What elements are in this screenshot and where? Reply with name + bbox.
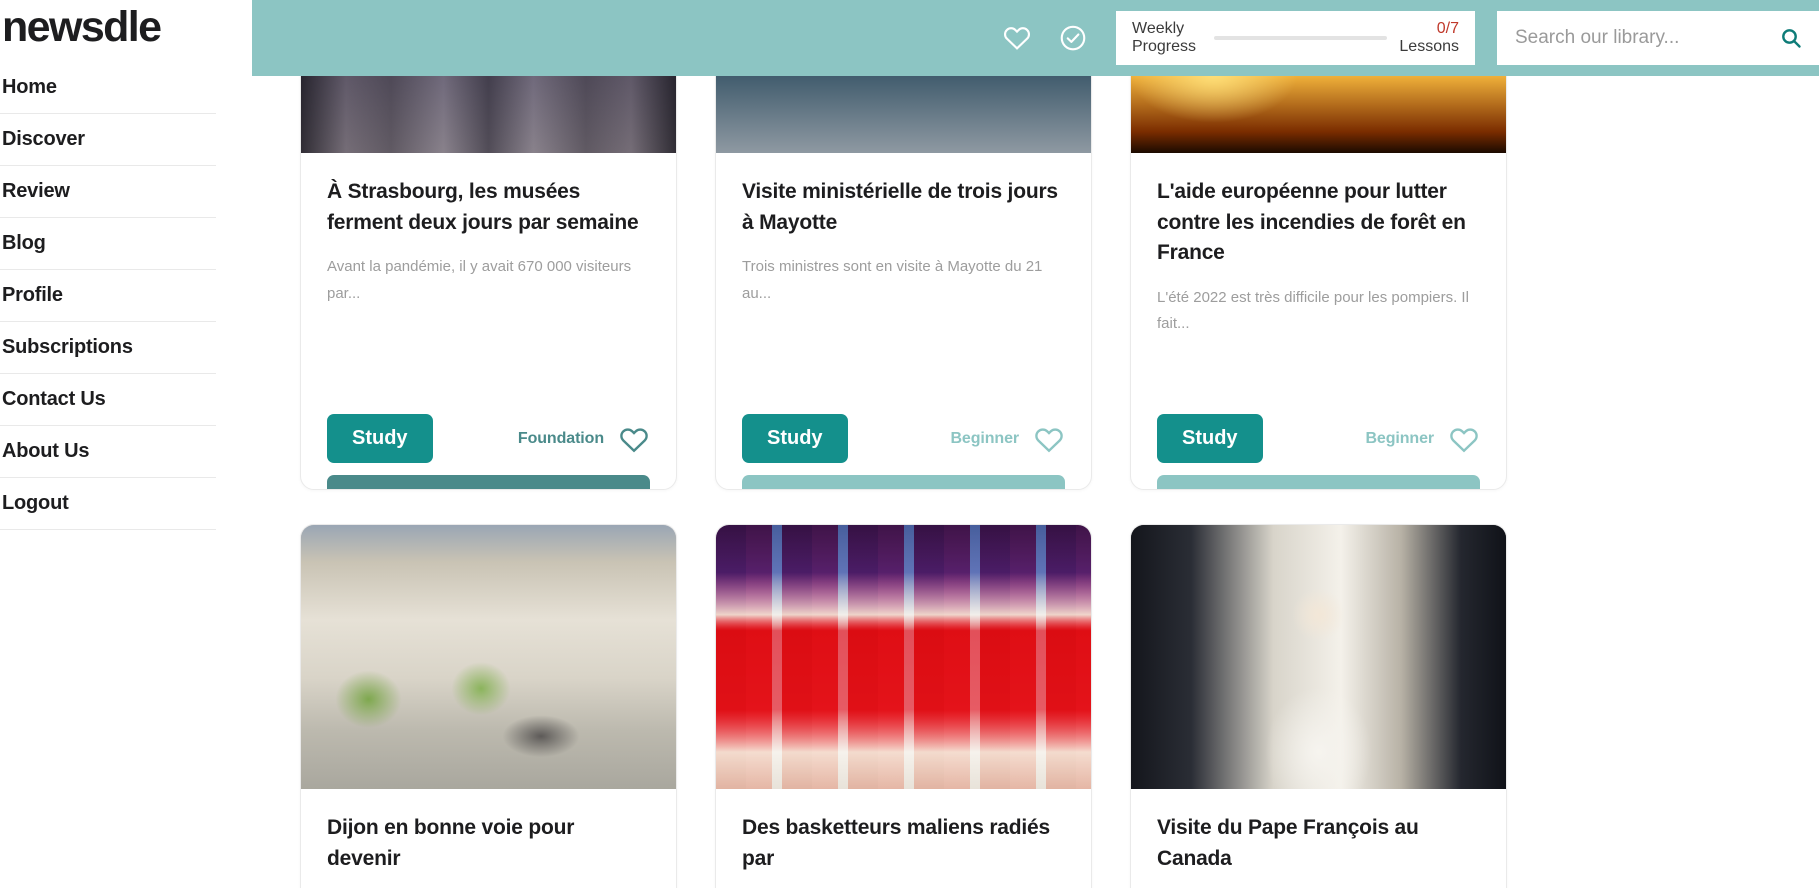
card-meta: Beginner — [950, 424, 1065, 453]
check-circle-icon[interactable] — [1058, 23, 1088, 53]
card-title: À Strasbourg, les musées ferment deux jo… — [327, 180, 639, 234]
article-card[interactable]: À Strasbourg, les musées ferment deux jo… — [300, 76, 677, 490]
header-icon-group — [1002, 23, 1088, 53]
level-label: Beginner — [950, 429, 1019, 447]
favorite-heart-icon[interactable] — [618, 424, 650, 453]
card-body: Des basketteurs maliens radiés par — [716, 789, 1091, 888]
card-body: L'aide européenne pour lutter contre les… — [1131, 153, 1506, 414]
sidebar-item-blog[interactable]: Blog — [0, 218, 216, 270]
sidebar-item-subscriptions[interactable]: Subscriptions — [0, 322, 216, 374]
sidebar-item-contact-us[interactable]: Contact Us — [0, 374, 216, 426]
study-button[interactable]: Study — [742, 414, 848, 463]
sidebar-item-profile[interactable]: Profile — [0, 270, 216, 322]
progress-count: 0/7 — [1436, 19, 1459, 37]
ministers-handshake-photo — [716, 76, 1091, 153]
top-header-bar: Weekly Progress 0/7 Lessons — [252, 0, 1819, 76]
progress-unit: Lessons — [1399, 38, 1459, 55]
article-card[interactable]: Des basketteurs maliens radiés par Study — [715, 524, 1092, 888]
card-title: Des basketteurs maliens radiés par — [742, 816, 1050, 870]
weekly-progress-label: Weekly Progress — [1132, 20, 1202, 57]
card-level-bar — [327, 475, 650, 489]
article-card[interactable]: Dijon en bonne voie pour devenir Study — [300, 524, 677, 888]
sidebar-item-label: Blog — [2, 232, 46, 254]
favorite-heart-icon[interactable] — [1033, 424, 1065, 453]
card-title: Visite du Pape François au Canada — [1157, 816, 1419, 870]
card-body: Dijon en bonne voie pour devenir — [301, 789, 676, 888]
sidebar-item-label: Home — [2, 76, 57, 98]
card-body: Visite ministérielle de trois jours à Ma… — [716, 153, 1091, 414]
heart-icon[interactable] — [1002, 23, 1032, 53]
article-card[interactable]: Visite du Pape François au Canada Study — [1130, 524, 1507, 888]
card-level-bar — [1157, 475, 1480, 489]
mali-basketball-team-photo — [716, 525, 1091, 789]
brand-logo[interactable]: newsdle — [0, 0, 252, 49]
study-button[interactable]: Study — [1157, 414, 1263, 463]
sidebar-item-label: About Us — [2, 440, 90, 462]
card-meta: Beginner — [1365, 424, 1480, 453]
sidebar-item-review[interactable]: Review — [0, 166, 216, 218]
card-level-bar — [742, 475, 1065, 489]
sidebar-item-label: Review — [2, 180, 70, 202]
sidebar-item-about-us[interactable]: About Us — [0, 426, 216, 478]
progress-count-group: 0/7 Lessons — [1399, 20, 1459, 57]
main-content: Weekly Progress 0/7 Lessons Search our l… — [252, 0, 1819, 888]
card-title: Visite ministérielle de trois jours à Ma… — [742, 180, 1058, 234]
search-input[interactable] — [1515, 27, 1779, 49]
article-card[interactable]: Visite ministérielle de trois jours à Ma… — [715, 76, 1092, 490]
progress-bar-track — [1214, 36, 1388, 40]
progress-label-line1: Weekly — [1132, 19, 1185, 37]
weekly-progress-widget: Weekly Progress 0/7 Lessons — [1116, 11, 1475, 65]
sidebar-item-label: Discover — [2, 128, 85, 150]
card-excerpt: L'été 2022 est très difficile pour les p… — [1157, 288, 1469, 333]
sidebar-item-discover[interactable]: Discover — [0, 114, 216, 166]
sidebar-item-logout[interactable]: Logout — [0, 478, 216, 530]
article-card[interactable]: L'aide européenne pour lutter contre les… — [1130, 76, 1507, 490]
favorite-heart-icon[interactable] — [1448, 424, 1480, 453]
card-excerpt: Avant la pandémie, il y avait 670 000 vi… — [327, 258, 632, 302]
app-root: newsdle Home Discover Review Blog Profil… — [0, 0, 1819, 888]
wildfire-firefighter-photo — [1131, 76, 1506, 153]
article-card-grid: À Strasbourg, les musées ferment deux jo… — [252, 76, 1819, 888]
card-meta: Foundation — [518, 424, 650, 453]
pope-francis-photo — [1131, 525, 1506, 789]
sidebar-item-label: Subscriptions — [2, 336, 133, 358]
level-label: Foundation — [517, 429, 604, 447]
museum-gallery-photo — [301, 76, 676, 153]
card-title: L'aide européenne pour lutter contre les… — [1157, 180, 1466, 265]
card-body: À Strasbourg, les musées ferment deux jo… — [301, 153, 676, 414]
search-icon[interactable] — [1779, 26, 1803, 50]
search-box[interactable] — [1497, 11, 1819, 65]
sidebar-item-home[interactable]: Home — [0, 62, 216, 114]
dijon-square-photo — [301, 525, 676, 789]
sidebar-item-label: Contact Us — [2, 388, 106, 410]
progress-label-line2: Progress — [1132, 38, 1197, 55]
study-button[interactable]: Study — [327, 414, 433, 463]
card-excerpt: Trois ministres sont en visite à Mayotte… — [742, 258, 1043, 302]
sidebar-item-label: Profile — [2, 284, 63, 306]
sidebar-item-label: Logout — [2, 492, 69, 514]
level-label: Beginner — [1365, 429, 1434, 447]
sidebar: newsdle Home Discover Review Blog Profil… — [0, 0, 252, 888]
card-body: Visite du Pape François au Canada — [1131, 789, 1506, 888]
sidebar-nav: Home Discover Review Blog Profile Subscr… — [0, 62, 252, 530]
card-title: Dijon en bonne voie pour devenir — [327, 816, 575, 870]
